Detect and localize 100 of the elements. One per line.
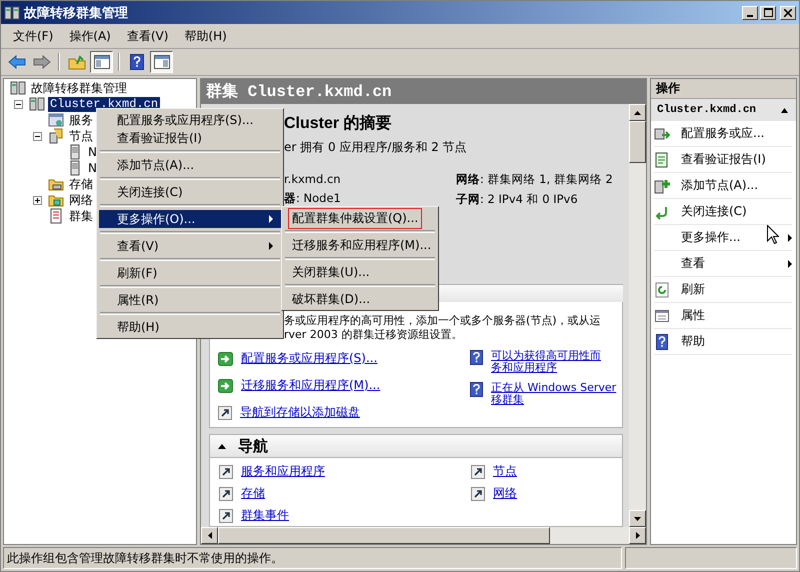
services-icon <box>48 112 64 128</box>
cluster-icon <box>29 96 45 112</box>
report-icon <box>654 152 670 168</box>
summary-detail: 子网: 2 IPv4 和 0 IPv6 <box>456 192 579 207</box>
navigation-link[interactable]: 存储 <box>241 485 265 502</box>
menu-item[interactable]: 破坏群集(D)... <box>284 290 436 308</box>
scroll-up-icon <box>634 110 641 114</box>
shortcut-icon <box>218 406 232 420</box>
action-item[interactable]: 属性 <box>654 303 792 329</box>
status-text: 此操作组包含管理故障转移群集时不常使用的操作。 <box>3 547 622 569</box>
close-icon <box>784 8 792 16</box>
menu-item[interactable]: 帮助(H) <box>178 26 233 46</box>
window-title: 故障转移群集管理 <box>24 4 128 22</box>
tree-item[interactable]: 群集 <box>67 208 95 224</box>
scroll-thumb[interactable] <box>629 121 646 163</box>
submenu-arrow-icon <box>788 260 792 268</box>
configure-icon <box>654 126 670 142</box>
expander-icon[interactable] <box>14 100 23 108</box>
shortcut-icon <box>471 464 485 478</box>
minimize-icon <box>747 14 753 16</box>
menu-item[interactable]: 属性(R) <box>99 291 281 309</box>
cluster-icon <box>4 4 20 20</box>
action-link[interactable]: 迁移服务和应用程序(M)... <box>241 377 380 394</box>
help-link[interactable]: 可以为获得高可用性而 务和应用程序 <box>491 350 601 374</box>
event-log-icon <box>48 208 64 224</box>
shortcut-icon <box>219 508 233 522</box>
scroll-thumb[interactable] <box>218 527 550 544</box>
tree-item[interactable]: 节点 <box>67 128 95 144</box>
minimize-button[interactable] <box>742 6 758 20</box>
properties-icon <box>654 308 670 324</box>
expander-icon[interactable] <box>33 132 42 140</box>
close-button[interactable] <box>780 6 796 20</box>
action-item[interactable]: 关闭连接(C) <box>654 199 792 225</box>
navigation-link[interactable]: 网络 <box>493 485 517 502</box>
menu-item[interactable]: 文件(F) <box>7 26 60 46</box>
navigation-link[interactable]: 节点 <box>493 463 517 480</box>
vertical-scrollbar[interactable] <box>629 104 646 527</box>
action-item[interactable]: 查看验证报告(I) <box>654 147 792 173</box>
menu-item[interactable]: 添加节点(A)... <box>99 156 281 174</box>
menu-item[interactable]: 帮助(H) <box>99 318 281 336</box>
action-item[interactable]: 配置服务或应... <box>654 121 792 147</box>
navigation-link[interactable]: 群集事件 <box>241 507 289 524</box>
menu-item[interactable]: 查看(V) <box>120 26 174 46</box>
action-item[interactable]: 查看 <box>654 251 792 277</box>
shortcut-icon <box>219 464 233 478</box>
action-pane-button[interactable] <box>150 51 173 73</box>
summary-detail: 网络: 群集网络 1, 群集网络 2 <box>456 172 613 187</box>
tree-item[interactable]: 网络 <box>67 192 95 208</box>
action-link[interactable]: 导航到存储以添加磁盘 <box>240 404 360 421</box>
help-icon <box>654 334 670 350</box>
menu-item[interactable]: 关闭连接(C) <box>99 183 281 201</box>
summary-title: Cluster 的摘要 <box>284 113 393 134</box>
pane-title: 操作 <box>651 79 796 99</box>
navigation-link[interactable]: 服务和应用程序 <box>241 463 325 480</box>
summary-detail: 器: Node1 <box>284 191 342 206</box>
group-header[interactable]: Cluster.kxmd.cn <box>651 99 796 121</box>
tree-item[interactable]: 存储 <box>67 176 95 192</box>
action-item[interactable]: 帮助 <box>654 329 792 355</box>
scroll-down-icon <box>634 516 641 520</box>
menu-item[interactable]: 更多操作(O)... <box>99 210 281 228</box>
action-link[interactable]: 配置服务或应用程序(S)... <box>241 350 378 367</box>
expander-icon[interactable] <box>33 196 42 204</box>
help-icon <box>470 350 483 365</box>
tree-item[interactable]: N <box>86 160 99 176</box>
scroll-left-icon <box>208 532 212 539</box>
group-title: Cluster.kxmd.cn <box>657 104 756 116</box>
tree-item[interactable]: 服务 <box>67 112 95 128</box>
scroll-right-icon <box>636 532 640 539</box>
page-header: 群集 Cluster.kxmd.cn <box>201 79 646 104</box>
menu-item[interactable]: 查看验证报告(I) <box>99 129 281 147</box>
description-text: 务或应用程序的高可用性，添加一个或多个服务器(节点)，或从运 rver 2003 的群集迁移资源组设置。 <box>284 314 601 342</box>
add-node-icon <box>654 178 670 194</box>
menu-item[interactable]: 刷新(F) <box>99 264 281 282</box>
collapse-icon[interactable] <box>781 108 788 112</box>
help-link[interactable]: 正在从 Windows Server 移群集 <box>491 382 616 406</box>
action-item[interactable]: 添加节点(A)... <box>654 173 792 199</box>
action-item[interactable]: 刷新 <box>654 277 792 303</box>
menu-item[interactable]: 关闭群集(U)... <box>284 263 436 281</box>
horizontal-scrollbar[interactable] <box>201 527 646 544</box>
mouse-pointer-icon <box>767 225 779 244</box>
tree-item[interactable]: 故障转移群集管理 <box>29 80 129 96</box>
collapse-icon[interactable] <box>218 443 226 449</box>
nodes-icon <box>48 128 64 144</box>
summary-detail: r.kxmd.cn <box>284 172 342 186</box>
maximize-button[interactable] <box>760 6 776 20</box>
tree-item[interactable]: N <box>86 144 99 160</box>
summary-text: er 拥有 0 应用程序/服务和 2 节点 <box>284 139 468 156</box>
menu-item[interactable]: 操作(A) <box>63 26 117 46</box>
menu-item[interactable]: 查看(V) <box>99 237 281 255</box>
refresh-icon <box>654 282 670 298</box>
submenu-arrow-icon <box>788 234 792 242</box>
submenu-arrow-icon <box>269 242 273 250</box>
submenu-arrow-icon <box>269 215 273 223</box>
tree-pane-button[interactable] <box>90 51 113 73</box>
help-icon <box>470 382 483 397</box>
shortcut-icon <box>471 486 485 500</box>
menu-item[interactable]: 迁移服务和应用程序(M)... <box>284 236 436 254</box>
maximize-icon <box>764 8 772 17</box>
cluster-icon <box>10 80 26 96</box>
menu-item[interactable]: 配置服务或应用程序(S)... <box>99 111 281 129</box>
